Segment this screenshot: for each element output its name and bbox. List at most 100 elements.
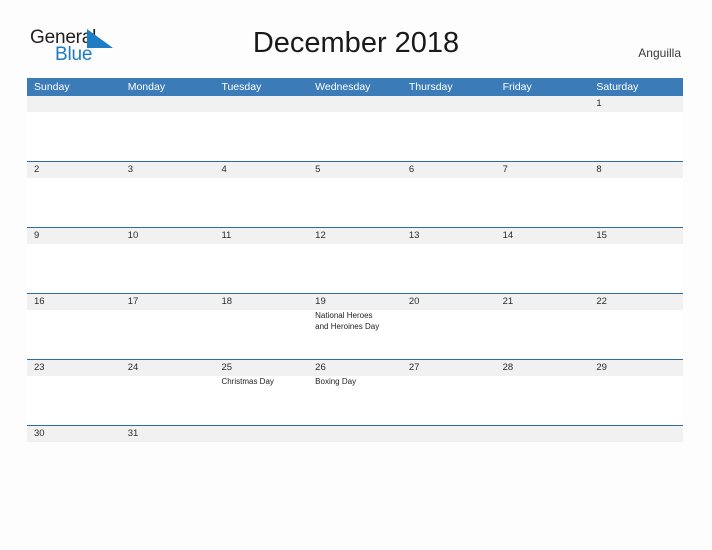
day-number: 4 — [221, 164, 227, 175]
day-cell-empty — [214, 96, 309, 161]
holiday-label: Boxing Day — [315, 377, 357, 386]
day-number-band — [120, 96, 215, 112]
day-cell-31[interactable]: 31 — [120, 426, 215, 442]
day-number: 20 — [408, 296, 420, 307]
day-number-band — [214, 96, 309, 112]
holiday-label: National Heroes and Heroines Day — [315, 311, 380, 331]
day-cell-19[interactable]: 19 National Heroes and Heroines Day — [308, 294, 402, 359]
day-cell-23[interactable]: 23 — [27, 360, 121, 425]
calendar-week-row: 23 24 25 Christmas Day 26 Boxing Day 27 28 29 — [27, 359, 684, 425]
location-label: Anguilla — [638, 46, 681, 60]
day-cell-empty — [27, 96, 121, 161]
day-number: 2 — [34, 164, 40, 175]
calendar-grid: Sunday Monday Tuesday Wednesday Thursday Frid… — [27, 78, 684, 442]
day-number: 31 — [127, 428, 139, 439]
weekday-header-monday: Monday — [127, 81, 166, 93]
day-events: Boxing Day — [315, 377, 399, 388]
day-number-band — [495, 96, 590, 112]
day-number: 23 — [34, 362, 45, 373]
day-cell-empty — [120, 96, 215, 161]
day-cell-25[interactable]: 25 Christmas Day — [214, 360, 309, 425]
day-cell-13[interactable]: 13 — [401, 228, 496, 293]
day-cell-6[interactable]: 6 — [401, 162, 496, 227]
day-number: 1 — [596, 98, 602, 109]
day-cell-18[interactable]: 18 — [214, 294, 309, 359]
day-number: 22 — [596, 296, 607, 307]
day-cell-16[interactable]: 16 — [27, 294, 121, 359]
day-cell-empty — [308, 96, 402, 161]
day-number: 19 — [315, 296, 326, 307]
calendar-week-row: 1 — [27, 96, 684, 161]
day-cell-7[interactable]: 7 — [495, 162, 590, 227]
day-number: 3 — [127, 164, 134, 175]
day-cell-empty — [495, 426, 590, 442]
weekday-header-wednesday: Wednesday — [315, 81, 371, 93]
day-number-band — [401, 426, 496, 442]
day-number: 28 — [502, 362, 514, 373]
day-number: 21 — [502, 296, 514, 307]
day-cell-26[interactable]: 26 Boxing Day — [308, 360, 402, 425]
day-cell-empty — [214, 426, 309, 442]
day-cell-2[interactable]: 2 — [27, 162, 121, 227]
day-number: 9 — [34, 230, 40, 241]
day-number: 29 — [596, 362, 607, 373]
day-cell-10[interactable]: 10 — [120, 228, 215, 293]
day-number: 5 — [315, 164, 321, 175]
weekday-header-row: Sunday Monday Tuesday Wednesday Thursday Frid… — [27, 78, 683, 96]
day-cell-11[interactable]: 11 — [214, 228, 309, 293]
day-cell-8[interactable]: 8 — [589, 162, 684, 227]
day-number-band — [27, 228, 121, 244]
day-number: 10 — [127, 230, 139, 241]
day-cell-14[interactable]: 14 — [495, 228, 590, 293]
day-cell-9[interactable]: 9 — [27, 228, 121, 293]
weekday-header-thursday: Thursday — [408, 81, 453, 93]
day-cell-22[interactable]: 22 — [589, 294, 684, 359]
day-cell-4[interactable]: 4 — [214, 162, 309, 227]
day-number: 25 — [221, 362, 233, 373]
day-number-band — [589, 96, 684, 112]
day-cell-27[interactable]: 27 — [401, 360, 496, 425]
day-number: 16 — [34, 296, 45, 307]
day-number: 24 — [127, 362, 139, 373]
day-number-band — [214, 426, 309, 442]
day-cell-28[interactable]: 28 — [495, 360, 590, 425]
day-cell-21[interactable]: 21 — [495, 294, 590, 359]
day-number: 12 — [315, 230, 326, 241]
day-cell-5[interactable]: 5 — [308, 162, 402, 227]
day-number-band — [401, 96, 496, 112]
day-cell-empty — [401, 426, 496, 442]
day-number: 8 — [596, 164, 602, 175]
day-number: 13 — [408, 230, 420, 241]
calendar-week-row: 9 10 11 12 13 14 15 — [27, 227, 684, 293]
day-number-band — [308, 162, 402, 178]
day-cell-12[interactable]: 12 — [308, 228, 402, 293]
day-number: 18 — [221, 296, 233, 307]
day-number-band — [401, 162, 496, 178]
day-number: 30 — [34, 428, 45, 439]
day-cell-29[interactable]: 29 — [589, 360, 684, 425]
holiday-label: Christmas Day — [221, 377, 274, 386]
weekday-header-sunday: Sunday — [34, 81, 70, 93]
calendar-weeks: 1 2 3 4 5 6 7 8 9 10 11 12 13 14 15 16 17 18 19 National He… — [27, 96, 684, 442]
day-cell-empty — [401, 96, 496, 161]
day-number: 7 — [502, 164, 508, 175]
page-header: General Blue December 2018 Anguilla — [0, 0, 712, 64]
day-number-band — [589, 162, 684, 178]
day-cell-empty — [308, 426, 402, 442]
day-cell-1[interactable]: 1 — [589, 96, 684, 161]
day-number: 17 — [127, 296, 139, 307]
day-number-band — [589, 426, 684, 442]
day-number-band — [27, 96, 121, 112]
day-cell-empty — [495, 96, 590, 161]
day-cell-20[interactable]: 20 — [401, 294, 496, 359]
day-cell-15[interactable]: 15 — [589, 228, 684, 293]
day-cell-24[interactable]: 24 — [120, 360, 215, 425]
day-number-band — [308, 96, 402, 112]
day-number-band — [27, 162, 121, 178]
day-cell-3[interactable]: 3 — [120, 162, 215, 227]
calendar-week-row: 16 17 18 19 National Heroes and Heroines Day… — [27, 293, 684, 359]
day-cell-30[interactable]: 30 — [27, 426, 121, 442]
day-cell-17[interactable]: 17 — [120, 294, 215, 359]
day-number-band — [495, 162, 590, 178]
day-number: 27 — [408, 362, 420, 373]
